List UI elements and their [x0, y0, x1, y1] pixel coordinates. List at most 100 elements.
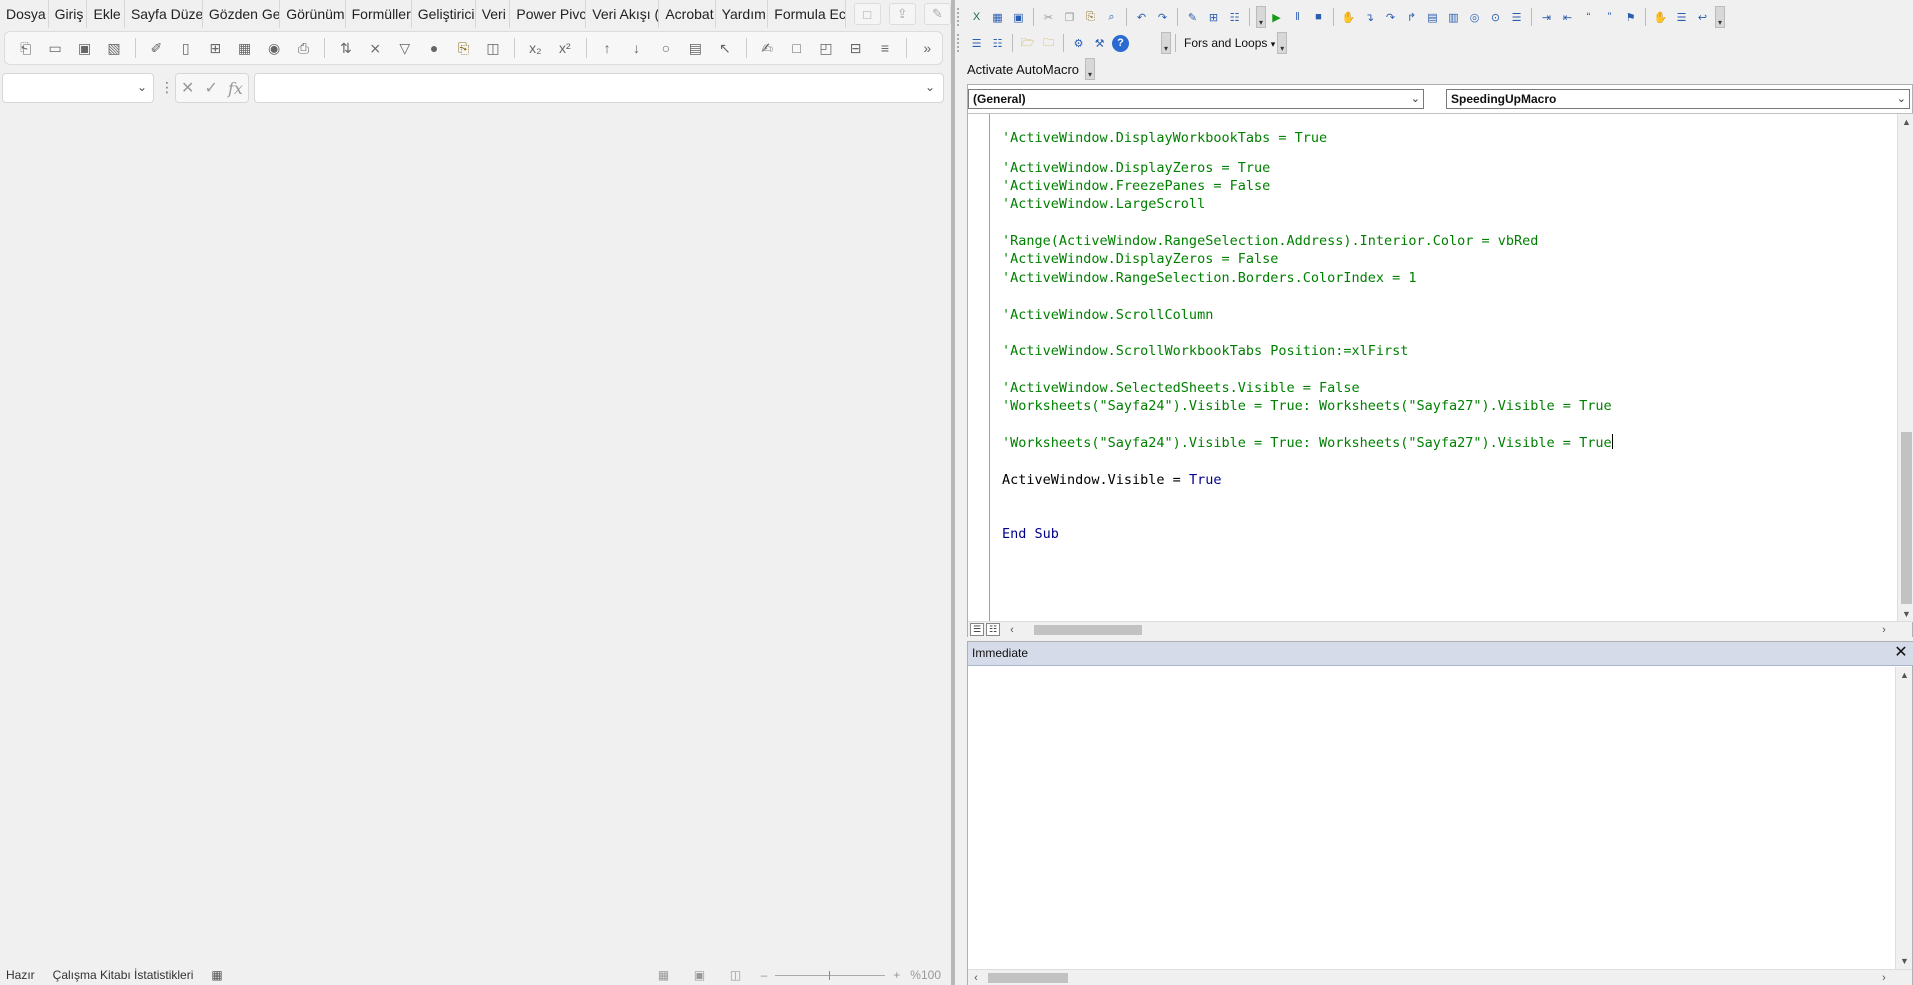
comment-icon[interactable]: □ [788, 38, 805, 58]
scroll-left-icon[interactable]: ‹ [1004, 622, 1020, 638]
more-vertical-icon[interactable]: ⋮ [160, 79, 174, 96]
page-icon[interactable]: ▯ [177, 38, 194, 58]
freeze-icon[interactable]: ◫ [484, 38, 501, 58]
zoom-level[interactable]: %100 [910, 968, 941, 982]
edit-icon[interactable]: ✍ [758, 38, 775, 58]
scroll-up-icon[interactable]: ▲ [1896, 667, 1913, 683]
immediate-icon[interactable]: ▥ [1445, 9, 1462, 26]
code-line[interactable]: 'ActiveWindow.SelectedSheets.Visible = F… [1002, 379, 1360, 397]
paste-icon[interactable]: ⎘ [455, 38, 472, 58]
insert-function-icon[interactable]: fx [228, 79, 243, 98]
zoom-in-icon[interactable]: + [893, 968, 900, 982]
paste-icon[interactable]: ⎘ [1082, 9, 1099, 26]
code-line[interactable]: 'Worksheets("Sayfa24").Visible = True: W… [1002, 397, 1612, 415]
watch-icon[interactable]: ◎ [1466, 9, 1483, 26]
call-stack-icon[interactable]: ☰ [1508, 9, 1525, 26]
more-icon[interactable]: » [919, 38, 936, 58]
code-line[interactable]: 'ActiveWindow.DisplayZeros = False [1002, 250, 1278, 268]
vertical-scrollbar[interactable]: ▲ ▼ [1897, 114, 1913, 622]
grid-icon[interactable]: ⊞ [207, 38, 224, 58]
superscript-icon[interactable]: x² [556, 38, 573, 58]
page-layout-icon[interactable]: ▣ [689, 968, 711, 982]
toggle-breakpoint-icon[interactable]: ✋ [1340, 9, 1357, 26]
scroll-thumb[interactable] [988, 973, 1068, 983]
outline-icon[interactable]: ≡ [876, 38, 893, 58]
chevron-down-icon[interactable]: ⌄ [137, 80, 147, 94]
step-out-icon[interactable]: ↱ [1403, 9, 1420, 26]
bookmark-icon[interactable]: ⚑ [1622, 9, 1639, 26]
name-box[interactable]: ⌄ [2, 73, 154, 103]
cut-icon[interactable]: ✂ [1040, 9, 1057, 26]
break-icon[interactable]: ‖ [1289, 9, 1306, 26]
redo-icon[interactable]: ↷ [1154, 9, 1171, 26]
list-constants-icon[interactable]: ☷ [989, 35, 1006, 52]
formula-input[interactable]: ⌄ [254, 73, 944, 103]
immediate-input[interactable] [968, 667, 1894, 969]
folder-icon[interactable]: ▭ [46, 38, 63, 58]
close-icon[interactable]: ✕ [1892, 644, 1910, 662]
menu-item[interactable]: Veri [476, 0, 511, 28]
undo-icon[interactable]: ↶ [1133, 9, 1150, 26]
save-icon[interactable]: ▣ [76, 38, 93, 58]
check-icon[interactable]: ✓ [205, 78, 218, 98]
locals-icon[interactable]: ▤ [1424, 9, 1441, 26]
outdent-icon[interactable]: ⇤ [1559, 9, 1576, 26]
properties-icon[interactable]: ☷ [1226, 9, 1243, 26]
comment-icon[interactable]: □ [853, 3, 881, 25]
step-over-icon[interactable]: ↷ [1382, 9, 1399, 26]
record-icon[interactable]: ● [425, 38, 442, 58]
normal-view-icon[interactable]: ▦ [653, 968, 675, 982]
form-icon[interactable]: ▤ [687, 38, 704, 58]
code-tools-icon[interactable]: ⚙ [1070, 35, 1087, 52]
procedure-view-icon[interactable]: ☰ [970, 623, 984, 636]
code-line[interactable]: 'ActiveWindow.FreezePanes = False [1002, 177, 1270, 195]
zoom-out-icon[interactable]: – [761, 968, 768, 982]
filter-clear-icon[interactable]: ⨯ [367, 38, 384, 58]
menu-item[interactable]: Acrobat [659, 0, 716, 28]
chevron-down-icon[interactable]: ⌄ [1897, 90, 1906, 108]
toolbar-grip[interactable] [957, 8, 962, 26]
sort-icon[interactable]: ⇅ [337, 38, 354, 58]
code-line[interactable]: ActiveWindow.Visible = True [1002, 471, 1221, 489]
tools-icon[interactable]: ⚒ [1091, 35, 1108, 52]
save-icon[interactable]: ▣ [1010, 9, 1027, 26]
list-properties-icon[interactable]: ☰ [968, 35, 985, 52]
code-line[interactable]: End Sub [1002, 525, 1059, 543]
toolbar-overflow-icon[interactable]: ▾ [1161, 32, 1171, 54]
share-icon[interactable]: ⇪ [888, 3, 916, 25]
excel-icon[interactable]: X [968, 9, 985, 26]
object-combo[interactable]: (General) ⌄ [968, 89, 1424, 109]
uncomment-block-icon[interactable]: ” [1601, 9, 1618, 26]
hand-icon[interactable]: ✋ [1652, 9, 1669, 26]
code-editor[interactable]: 'ActiveWindow.DisplayWorkbookTabs = True… [968, 113, 1913, 622]
merge-icon[interactable]: ⊟ [847, 38, 864, 58]
copy-icon[interactable]: ❐ [1061, 9, 1078, 26]
list-icon[interactable]: ☰ [1673, 9, 1690, 26]
help-icon[interactable]: ? [1112, 34, 1129, 52]
toolbar-overflow-icon[interactable]: ▾ [1256, 6, 1266, 28]
menu-item[interactable]: Veri Akışı ( [586, 0, 660, 28]
code-line[interactable]: 'ActiveWindow.ScrollColumn [1002, 306, 1213, 324]
vertical-scrollbar[interactable]: ▲ ▼ [1895, 667, 1912, 969]
table-icon[interactable]: ▦ [236, 38, 253, 58]
code-text[interactable]: 'ActiveWindow.DisplayWorkbookTabs = True… [1002, 114, 1882, 622]
scroll-thumb[interactable] [1034, 625, 1142, 635]
toolbar-overflow-icon[interactable]: ▾ [1715, 6, 1725, 28]
code-line[interactable]: 'ActiveWindow.LargeScroll [1002, 195, 1205, 213]
full-module-view-icon[interactable]: ☷ [986, 623, 1000, 636]
menu-item[interactable]: Power Pivc [510, 0, 587, 28]
margin-indicator-bar[interactable] [968, 114, 990, 622]
code-line[interactable]: 'ActiveWindow.RangeSelection.Borders.Col… [1002, 269, 1417, 287]
scroll-thumb[interactable] [1901, 432, 1912, 604]
step-into-icon[interactable]: ↴ [1361, 9, 1378, 26]
reset-icon[interactable]: ■ [1310, 9, 1327, 26]
scroll-up-icon[interactable]: ▲ [1898, 114, 1913, 130]
menu-item[interactable]: Formula Ec [768, 0, 846, 28]
toolbar-grip[interactable] [957, 34, 962, 52]
chevron-down-icon[interactable]: ⌄ [1411, 90, 1420, 108]
procedure-combo[interactable]: SpeedingUpMacro ⌄ [1446, 89, 1910, 109]
insert-module-icon[interactable]: ▦ [989, 9, 1006, 26]
save-as-icon[interactable]: ▧ [105, 38, 122, 58]
project-explorer-icon[interactable]: ⊞ [1205, 9, 1222, 26]
menu-item[interactable]: Dosya [0, 0, 49, 28]
